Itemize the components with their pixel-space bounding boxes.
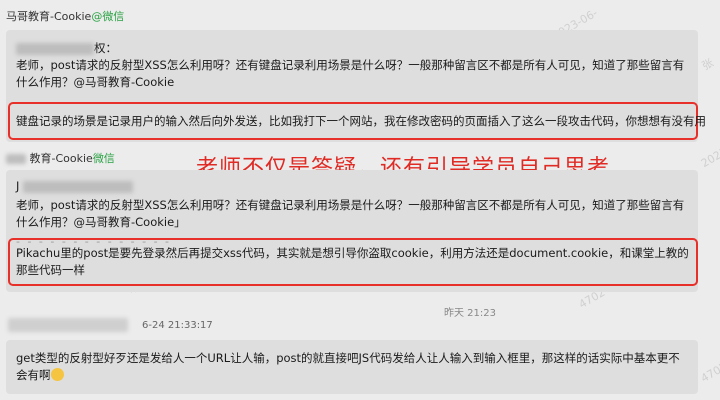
wechat-tag: @微信 — [91, 10, 125, 23]
redacted-avatar — [6, 154, 26, 164]
sender-name-text: 教育-Cookie — [29, 152, 93, 165]
redacted-name — [16, 42, 94, 55]
quoted-question: 老师，post请求的反射型XSS怎么利用呀？还有键盘记录利用场景是什么呀？一般那… — [16, 198, 685, 229]
reply-text: 键盘记录的场景是记录用户的输入然后向外发送，比如我打下一个网站，我在修改密码的页… — [16, 114, 706, 128]
sender-name[interactable]: 教育-Cookie微信 — [6, 150, 115, 166]
timestamp: 昨天 21:23 — [444, 308, 496, 319]
quote-header: 权： — [16, 40, 690, 57]
watermark: 张 — [699, 56, 716, 73]
sender-name-text: 马哥教育-Cookie — [6, 10, 92, 23]
quote-header: J — [16, 178, 690, 195]
quote-prefix: J — [16, 179, 20, 193]
wechat-tag: 微信 — [92, 152, 115, 165]
message-text: get类型的反射型好歹还是发给人一个URL让人输，post的就直接吧JS代码发给… — [16, 351, 680, 382]
quoted-question: 老师，post请求的反射型XSS怎么利用呀？还有键盘记录利用场景是什么呀？一般那… — [16, 58, 685, 89]
message-time: 6-24 21:33:17 — [142, 320, 213, 331]
message-bubble[interactable]: get类型的反射型好歹还是发给人一个URL让人输，post的就直接吧JS代码发给… — [6, 340, 698, 394]
laughing-emoji-icon — [50, 368, 64, 381]
quote-suffix: 权： — [94, 41, 117, 55]
redacted-sender — [8, 318, 128, 332]
watermark: 2023- — [698, 142, 720, 171]
reply-text: Pikachu里的post是要先登录然后再提交xss代码，其实就是想引导你盗取c… — [16, 246, 689, 277]
sender-name[interactable]: 马哥教育-Cookie@微信 — [6, 8, 124, 24]
redacted-name — [23, 180, 134, 193]
watermark: 4702 — [698, 359, 720, 386]
